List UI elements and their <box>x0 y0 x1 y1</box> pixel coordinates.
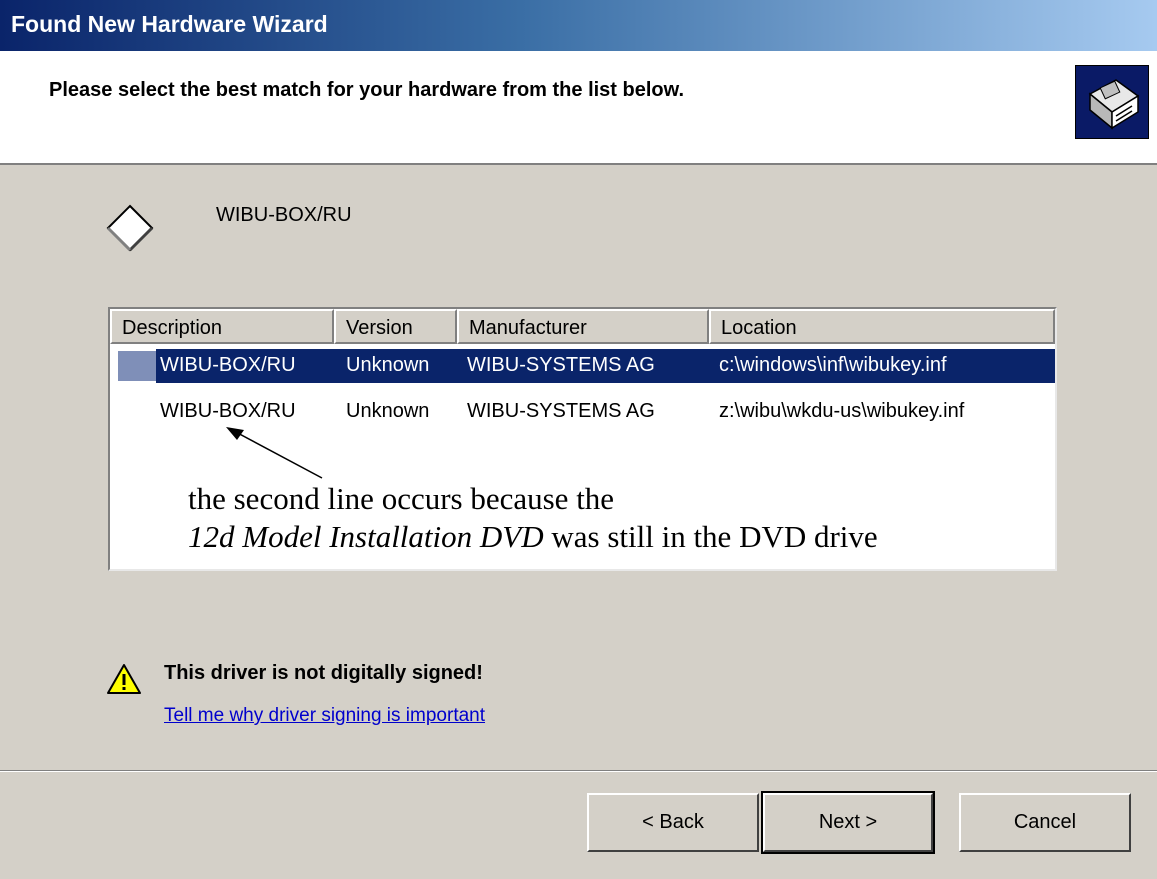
cell-location: c:\windows\inf\wibukey.inf <box>719 354 947 376</box>
title-bar[interactable]: Found New Hardware Wizard <box>0 0 1157 51</box>
column-manufacturer[interactable]: Manufacturer <box>457 309 709 344</box>
button-separator <box>0 770 1157 772</box>
annotation-dvd-name: 12d Model Installation DVD <box>188 519 544 554</box>
row-state-icon <box>118 351 156 381</box>
column-location[interactable]: Location <box>709 309 1055 344</box>
annotation-line-1: the second line occurs because the <box>188 481 615 516</box>
cell-version: Unknown <box>346 400 430 422</box>
next-button[interactable]: Next > <box>761 791 935 854</box>
cell-description: WIBU-BOX/RU <box>160 354 296 376</box>
wizard-header: Please select the best match for your ha… <box>0 51 1157 165</box>
driver-signing-link[interactable]: Tell me why driver signing is important <box>164 705 485 727</box>
diamond-device-icon <box>104 202 156 254</box>
unsigned-driver-warning: This driver is not digitally signed! <box>164 662 483 684</box>
annotation-line-2-rest: was still in the DVD drive <box>543 519 878 554</box>
warning-icon <box>106 663 142 695</box>
window-title: Found New Hardware Wizard <box>11 11 328 37</box>
hardware-wizard-icon <box>1075 65 1149 139</box>
page-heading: Please select the best match for your ha… <box>49 79 684 101</box>
table-row[interactable]: WIBU-BOX/RU Unknown WIBU-SYSTEMS AG c:\w… <box>110 349 1055 383</box>
cell-version: Unknown <box>346 354 430 376</box>
cancel-button[interactable]: Cancel <box>959 793 1131 852</box>
column-description[interactable]: Description <box>110 309 334 344</box>
cell-location: z:\wibu\wkdu-us\wibukey.inf <box>719 400 965 422</box>
column-version[interactable]: Version <box>334 309 457 344</box>
device-name: WIBU-BOX/RU <box>216 204 352 226</box>
cell-manufacturer: WIBU-SYSTEMS AG <box>467 400 655 422</box>
cell-manufacturer: WIBU-SYSTEMS AG <box>467 354 655 376</box>
annotation-line-2: 12d Model Installation DVD was still in … <box>188 518 878 556</box>
annotation-note: the second line occurs because the 12d M… <box>188 480 878 556</box>
back-button[interactable]: < Back <box>587 793 759 852</box>
